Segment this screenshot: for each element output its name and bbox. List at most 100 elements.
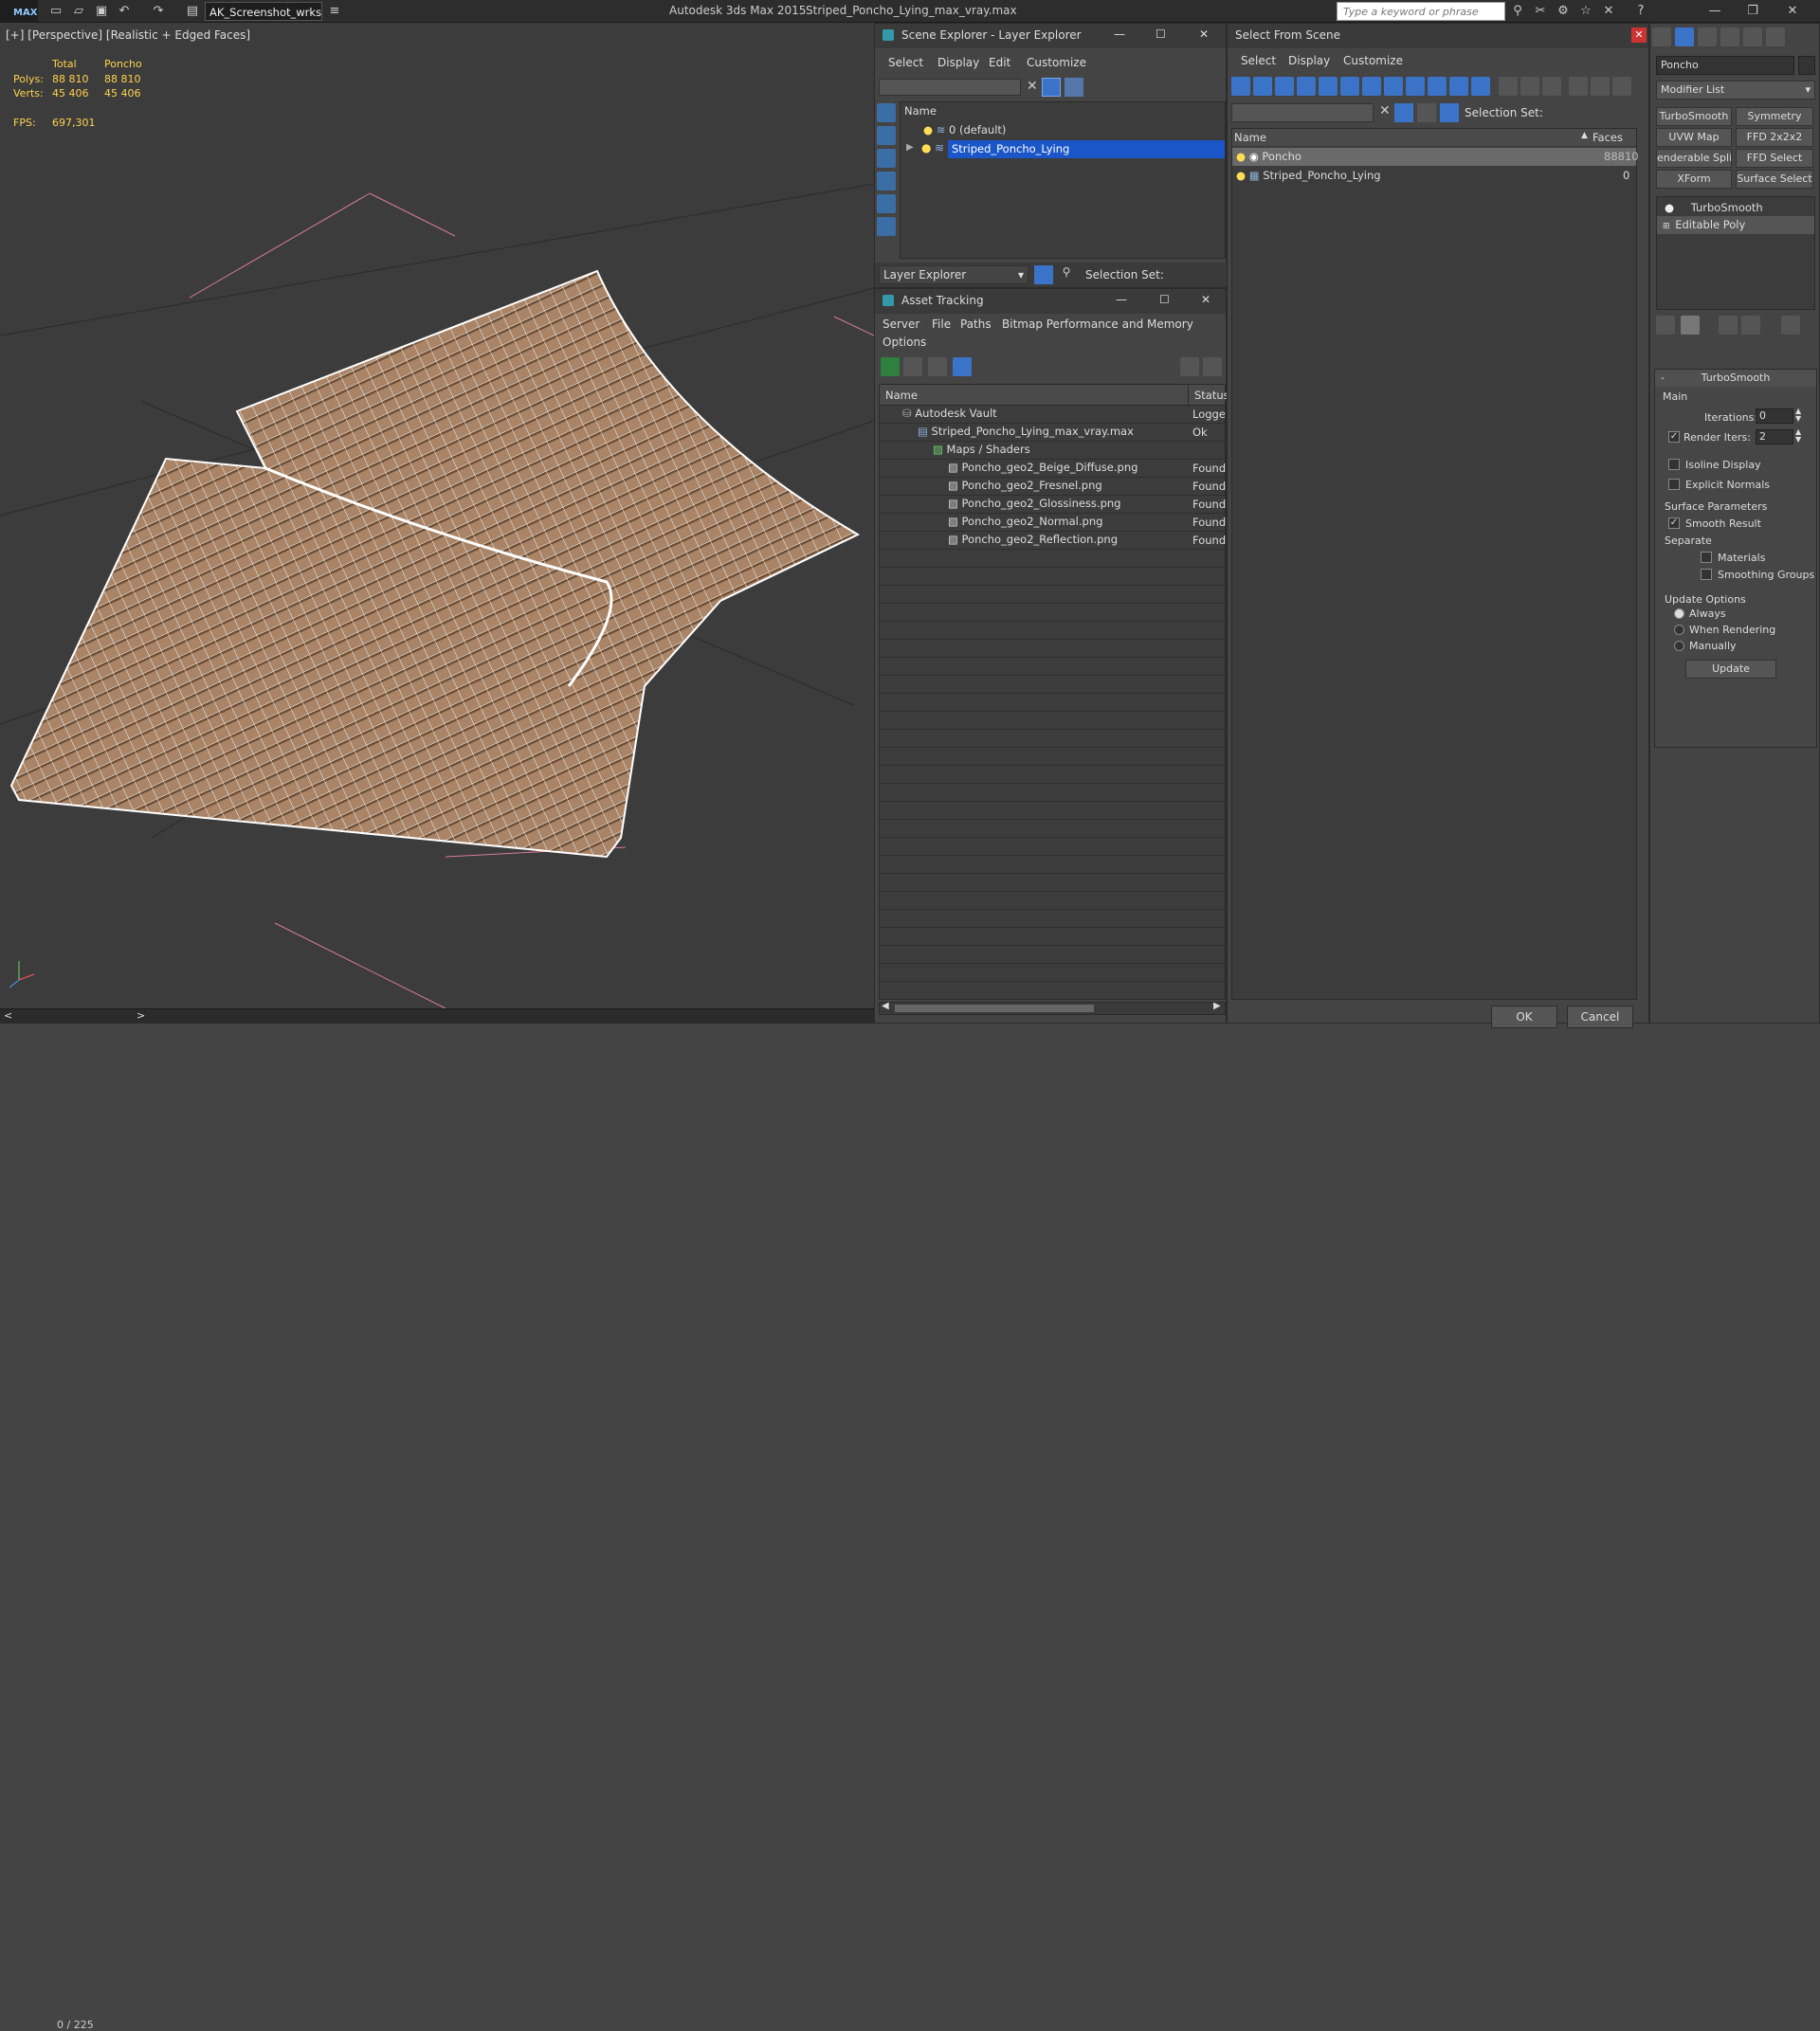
asset-row[interactable]: ⛁ Autodesk Vault [902, 407, 1187, 425]
hierarchy-icon[interactable]: ⚲ [1057, 265, 1076, 284]
column-status[interactable]: Status [1194, 389, 1229, 402]
layer-filter-icon[interactable] [1065, 78, 1083, 97]
display-tab-icon[interactable] [1743, 27, 1762, 46]
hidden-filter-icon[interactable] [1471, 77, 1490, 96]
menu-edit[interactable]: Edit [989, 56, 1010, 69]
light-filter-icon[interactable] [1275, 77, 1294, 96]
filter-funnel-icon[interactable] [1569, 77, 1588, 96]
select-from-scene-titlebar[interactable]: Select From Scene ✕ [1228, 24, 1648, 48]
explorer-mode-dropdown[interactable]: Layer Explorer ▾ [879, 265, 1028, 284]
list-view-icon[interactable] [903, 357, 922, 376]
bone-filter-icon[interactable] [1406, 77, 1425, 96]
filter-icon[interactable] [1042, 78, 1061, 97]
menu-select[interactable]: Select [1241, 54, 1276, 67]
undo-icon[interactable]: ↶ [116, 3, 133, 20]
sphere-filter-icon[interactable] [877, 103, 896, 122]
iterations-spinner[interactable]: 0 [1756, 408, 1793, 424]
asset-row[interactable]: ▧ Poncho_geo2_Normal.png [948, 515, 1187, 533]
workspace-dropdown[interactable]: AK_Screenshot_wrksp ▾ [205, 2, 322, 21]
menu-server[interactable]: Server [883, 317, 919, 331]
object-row-striped-poncho[interactable]: ● ▦ Striped_Poncho_Lying 0 [1232, 167, 1636, 185]
hierarchy-tab-icon[interactable] [1698, 27, 1717, 46]
smoothing-groups-checkbox[interactable] [1701, 569, 1712, 580]
asset-row[interactable]: ▧ Poncho_geo2_Reflection.png [948, 533, 1187, 551]
asset-row[interactable]: ▨ Maps / Shaders [933, 443, 1187, 461]
binoculars-icon[interactable]: ⚲ [1509, 3, 1526, 20]
connect-icon[interactable]: ⚙ [1555, 3, 1572, 20]
camera-filter-icon[interactable] [1297, 77, 1316, 96]
always-radio[interactable] [1674, 608, 1684, 619]
ok-button[interactable]: OK [1491, 1006, 1557, 1028]
time-next-button[interactable]: > [136, 1009, 145, 1022]
xform-button[interactable]: XForm [1656, 170, 1732, 189]
make-unique-icon[interactable] [1719, 316, 1738, 335]
column-name[interactable]: Name [885, 389, 918, 402]
asset-tracking-titlebar[interactable]: Asset Tracking — ☐ ✕ [875, 289, 1226, 314]
column-faces[interactable]: Faces [1592, 131, 1623, 144]
bulb-icon[interactable]: ● [1665, 201, 1674, 214]
star-icon[interactable]: ☆ [1577, 3, 1594, 20]
expand-box-icon[interactable]: ⊞ [1663, 222, 1670, 231]
surface-select-button[interactable]: Surface Select [1736, 170, 1813, 189]
redo-icon[interactable]: ↷ [150, 3, 167, 20]
menu-icon[interactable]: ≡ [326, 3, 343, 20]
time-prev-button[interactable]: < [4, 1009, 12, 1022]
spacewarp-filter-icon[interactable] [877, 194, 896, 213]
layer-row-striped-poncho[interactable]: Striped_Poncho_Lying [948, 140, 1225, 158]
horizontal-scrollbar[interactable]: ◀ ▶ [879, 1001, 1226, 1015]
bulb-icon[interactable]: ● [921, 141, 931, 154]
xref-filter-icon[interactable] [1384, 77, 1403, 96]
camera-filter-icon[interactable] [877, 126, 896, 145]
renderable-spline-button[interactable]: enderable Splir [1656, 149, 1732, 168]
asset-row[interactable]: ▧ Poncho_geo2_Glossiness.png [948, 497, 1187, 515]
pin-stack-icon[interactable] [1656, 316, 1675, 335]
menu-customize[interactable]: Customize [1343, 54, 1403, 67]
menu-paths[interactable]: Paths [960, 317, 992, 331]
group-filter-icon[interactable] [1362, 77, 1381, 96]
smooth-result-checkbox[interactable]: ✓ [1668, 517, 1680, 529]
menu-display[interactable]: Display [937, 56, 979, 69]
window-close-icon[interactable]: ✕ [1784, 3, 1801, 20]
minimize-icon[interactable]: — [1114, 27, 1125, 41]
asset-row[interactable]: ▧ Poncho_geo2_Fresnel.png [948, 479, 1187, 497]
materials-checkbox[interactable] [1701, 552, 1712, 563]
scene-explorer-titlebar[interactable]: Scene Explorer - Layer Explorer — ☐ ✕ [875, 24, 1226, 48]
close-icon[interactable]: ✕ [1201, 293, 1210, 306]
menu-options[interactable]: Options [883, 335, 926, 349]
asset-row[interactable]: ▧ Poncho_geo2_Beige_Diffuse.png [948, 461, 1187, 479]
time-slider[interactable]: < 0 / 225 > [0, 1008, 874, 2031]
restore-icon[interactable]: ❐ [1744, 3, 1761, 20]
column-name[interactable]: Name [1234, 131, 1266, 144]
show-end-result-icon[interactable] [1681, 316, 1700, 335]
layer-icon[interactable] [1417, 103, 1436, 122]
frozen-filter-icon[interactable] [1449, 77, 1468, 96]
motion-tab-icon[interactable] [1720, 27, 1739, 46]
minimize-icon[interactable]: — [1706, 3, 1723, 20]
hierarchy-icon[interactable] [1591, 77, 1610, 96]
new-file-icon[interactable]: ▭ [47, 3, 64, 20]
scroll-right-icon[interactable]: ▶ [1213, 1001, 1221, 1011]
save-icon[interactable]: ▣ [93, 3, 110, 20]
when-rendering-radio[interactable] [1674, 625, 1684, 635]
stack-item-turbosmooth[interactable]: ● TurboSmooth [1657, 199, 1814, 217]
geometry-filter-icon[interactable] [1231, 77, 1250, 96]
settings-icon[interactable] [1203, 357, 1222, 376]
render-iters-checkbox[interactable]: ✓ [1668, 431, 1680, 443]
bulb-icon[interactable]: ● [1236, 150, 1246, 163]
menu-customize[interactable]: Customize [1027, 56, 1086, 69]
close-x-icon[interactable]: ✕ [1600, 3, 1617, 20]
layer-stack-icon[interactable] [877, 217, 896, 236]
spacewarp-filter-icon[interactable] [1340, 77, 1359, 96]
column-name[interactable]: Name [904, 104, 937, 118]
refresh-icon[interactable] [881, 357, 900, 376]
explicit-normals-checkbox[interactable] [1668, 479, 1680, 490]
render-iters-spinner[interactable]: 2 [1756, 429, 1793, 444]
light-filter-icon[interactable] [877, 149, 896, 168]
scrollbar-thumb[interactable] [895, 1005, 1094, 1012]
menu-select[interactable]: Select [888, 56, 923, 69]
select-search-input[interactable] [1231, 103, 1374, 122]
layer-explorer-icon[interactable] [1034, 265, 1053, 284]
help-icon[interactable]: ? [1632, 3, 1649, 20]
stack-item-editable-poly[interactable]: ⊞ Editable Poly [1657, 216, 1814, 234]
bulb-icon[interactable]: ● [923, 123, 933, 136]
